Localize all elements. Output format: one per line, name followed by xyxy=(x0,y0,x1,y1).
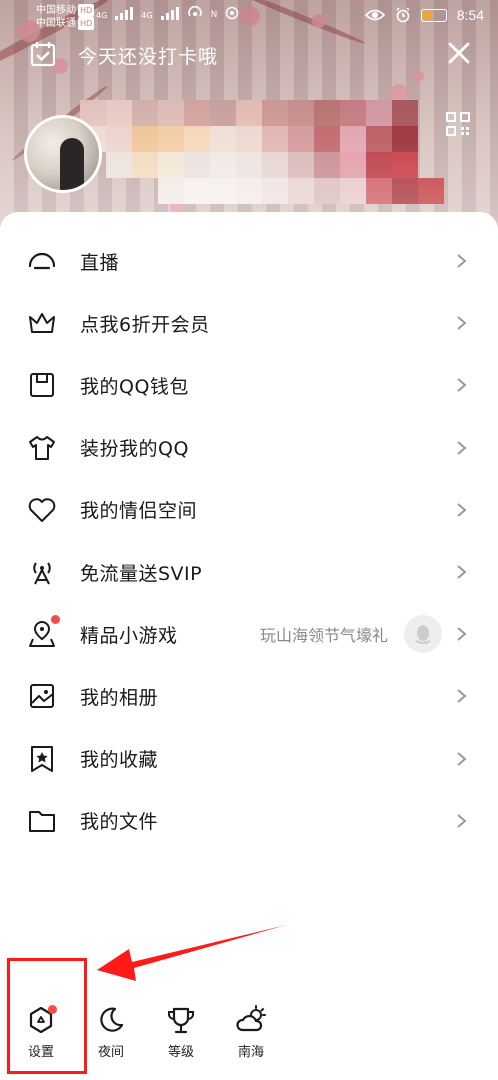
battery-icon xyxy=(420,8,447,22)
menu-item-label: 装扮我的QQ xyxy=(80,438,189,461)
chevron-right-icon xyxy=(457,751,467,766)
menu-item-label: 点我6折开会员 xyxy=(80,313,210,336)
annotation-highlight-box xyxy=(7,958,87,1074)
eye-icon xyxy=(364,9,385,21)
level-label: 等级 xyxy=(167,1045,194,1060)
menu-item-mini-games[interactable]: 精品小游戏 玩山海领节气壕礼 xyxy=(0,603,498,665)
drawer-menu: 直播 点我6折开会员 我的QQ钱包 装扮我的QQ 我的情侣空间 免流量送SVIP… xyxy=(0,230,498,852)
signal-indicators: 4G 4G N xyxy=(96,6,239,20)
menu-item-album[interactable]: 我的相册 xyxy=(0,665,498,727)
qr-code-icon[interactable] xyxy=(446,112,470,136)
carrier-1: 中国移动 xyxy=(36,5,76,16)
network-type: 4G xyxy=(141,11,153,20)
status-bar: 中国移动 HD 中国联通 HD 4G 4G N 8:54 xyxy=(0,0,498,34)
menu-item-label: 我的QQ钱包 xyxy=(80,375,189,398)
trophy-icon xyxy=(168,1007,194,1034)
signal-tower-icon xyxy=(33,562,51,585)
weather-location-label: 南海 xyxy=(237,1045,264,1060)
penguin-placeholder-icon xyxy=(415,625,431,645)
menu-item-theme[interactable]: 装扮我的QQ xyxy=(0,417,498,479)
checkin-calendar-icon[interactable] xyxy=(30,41,56,67)
crown-icon xyxy=(29,313,55,334)
menu-item-label: 我的文件 xyxy=(80,811,159,834)
menu-item-wallet[interactable]: 我的QQ钱包 xyxy=(0,354,498,416)
night-mode-button[interactable]: 夜间 xyxy=(86,1000,136,1060)
menu-item-label: 我的收藏 xyxy=(80,749,159,772)
chevron-right-icon xyxy=(457,440,467,455)
menu-item-label: 免流量送SVIP xyxy=(80,562,203,585)
chevron-right-icon xyxy=(457,814,467,828)
chevron-right-icon xyxy=(457,503,467,517)
weather-cloud-sun-icon xyxy=(236,1005,266,1032)
menu-item-vip[interactable]: 点我6折开会员 xyxy=(0,292,498,354)
folder-icon xyxy=(29,810,55,832)
eye-protect-icon xyxy=(226,6,239,20)
nfc-indicator: N xyxy=(210,10,218,20)
tshirt-icon xyxy=(29,435,55,460)
avatar-figure xyxy=(60,138,84,190)
hd-badge: HD xyxy=(78,17,95,30)
carrier-2: 中国联通 xyxy=(36,18,76,29)
night-mode-label: 夜间 xyxy=(97,1045,124,1060)
photo-album-icon xyxy=(30,684,54,709)
weather-button[interactable]: 南海 xyxy=(226,1000,276,1060)
level-button[interactable]: 等级 xyxy=(156,1000,206,1060)
game-thumbnail xyxy=(404,615,442,654)
chevron-right-icon xyxy=(457,254,467,268)
chevron-right-icon xyxy=(457,627,467,641)
promo-text: 玩山海领节气壕礼 xyxy=(259,626,388,646)
notification-dot xyxy=(51,615,60,625)
chevron-right-icon xyxy=(457,689,467,704)
menu-item-favorites[interactable]: 我的收藏 xyxy=(0,728,498,790)
signal-bars-icon xyxy=(160,7,179,20)
menu-item-label: 我的相册 xyxy=(80,686,159,709)
signal-bars-icon xyxy=(115,7,134,20)
close-icon[interactable] xyxy=(446,40,472,66)
checkin-prompt[interactable]: 今天还没打卡哦 xyxy=(78,42,218,69)
network-type: 4G xyxy=(96,11,108,20)
menu-item-couple-space[interactable]: 我的情侣空间 xyxy=(0,479,498,541)
chevron-right-icon xyxy=(457,316,467,331)
hotspot-icon xyxy=(187,6,202,17)
user-avatar[interactable] xyxy=(24,115,102,193)
banner-overlay xyxy=(0,0,498,230)
wallet-icon xyxy=(30,373,54,398)
menu-item-label: 直播 xyxy=(80,251,120,274)
chevron-right-icon xyxy=(457,565,467,579)
bookmark-star-icon xyxy=(31,745,53,772)
live-icon xyxy=(28,253,56,270)
profile-banner xyxy=(0,0,498,230)
menu-item-label: 我的情侣空间 xyxy=(80,500,198,523)
menu-item-live[interactable]: 直播 xyxy=(0,230,498,292)
menu-item-label: 精品小游戏 xyxy=(80,624,178,647)
hd-badge: HD xyxy=(78,4,95,17)
clock: 8:54 xyxy=(456,7,484,23)
moon-icon xyxy=(100,1007,124,1032)
carrier-info: 中国移动 HD 中国联通 HD xyxy=(36,4,95,30)
game-location-icon xyxy=(29,621,55,648)
alarm-icon xyxy=(396,7,410,23)
right-status-icons: 8:54 xyxy=(364,7,484,23)
menu-item-files[interactable]: 我的文件 xyxy=(0,790,498,852)
heart-icon xyxy=(28,498,56,522)
menu-item-free-data[interactable]: 免流量送SVIP xyxy=(0,541,498,603)
chevron-right-icon xyxy=(457,378,467,393)
